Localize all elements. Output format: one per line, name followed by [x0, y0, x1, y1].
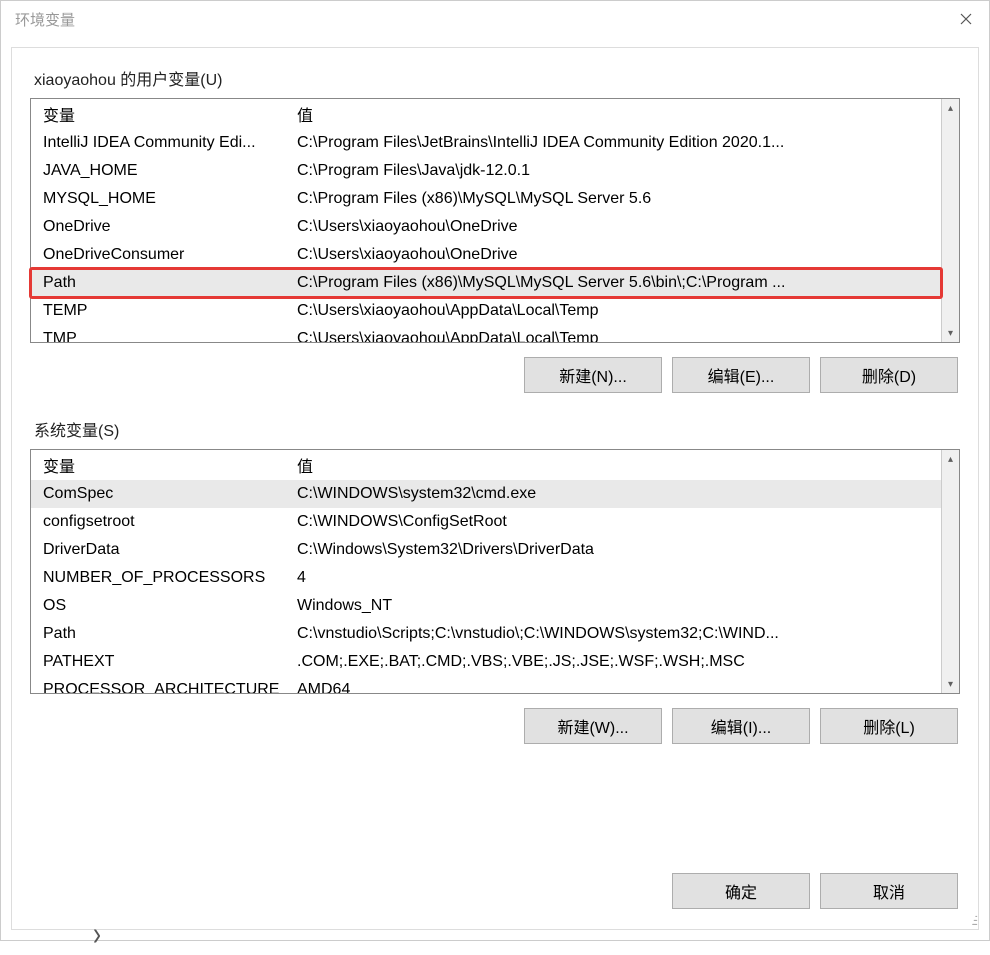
- dialog-body: xiaoyaohou 的用户变量(U) 变量 值 IntelliJ IDEA C…: [11, 47, 979, 930]
- user-vars-buttons: 新建(N)... 编辑(E)... 删除(D): [30, 357, 960, 393]
- scroll-down-icon[interactable]: ▾: [942, 675, 959, 693]
- system-edit-button[interactable]: 编辑(I)...: [672, 708, 810, 744]
- scrollbar[interactable]: ▴ ▾: [941, 450, 959, 693]
- var-name: TMP: [31, 330, 293, 342]
- ok-button[interactable]: 确定: [672, 873, 810, 909]
- table-row[interactable]: TMPC:\Users\xiaoyaohou\AppData\Local\Tem…: [31, 325, 941, 342]
- var-value: C:\Users\xiaoyaohou\AppData\Local\Temp: [293, 302, 941, 320]
- table-row[interactable]: PathC:\vnstudio\Scripts;C:\vnstudio\;C:\…: [31, 620, 941, 648]
- var-name: PROCESSOR_ARCHITECTURE: [31, 681, 293, 693]
- table-row[interactable]: IntelliJ IDEA Community Edi...C:\Program…: [31, 129, 941, 157]
- var-name: ComSpec: [31, 485, 293, 503]
- table-row[interactable]: TEMPC:\Users\xiaoyaohou\AppData\Local\Te…: [31, 297, 941, 325]
- header-value[interactable]: 值: [293, 102, 941, 126]
- var-value: 4: [293, 569, 941, 587]
- scroll-up-icon[interactable]: ▴: [942, 99, 959, 117]
- var-name: configsetroot: [31, 513, 293, 531]
- var-value: C:\Program Files\JetBrains\IntelliJ IDEA…: [293, 134, 941, 152]
- var-name: OneDriveConsumer: [31, 246, 293, 264]
- var-value: C:\Users\xiaoyaohou\OneDrive: [293, 218, 941, 236]
- table-row[interactable]: PROCESSOR_ARCHITECTUREAMD64: [31, 676, 941, 693]
- resize-grip-icon[interactable]: ............: [962, 913, 976, 927]
- var-value: AMD64: [293, 681, 941, 693]
- user-vars-label: xiaoyaohou 的用户变量(U): [30, 66, 960, 90]
- system-new-button[interactable]: 新建(W)...: [524, 708, 662, 744]
- titlebar: 环境变量: [1, 1, 989, 37]
- cancel-button[interactable]: 取消: [820, 873, 958, 909]
- scrollbar[interactable]: ▴ ▾: [941, 99, 959, 342]
- var-name: DriverData: [31, 541, 293, 559]
- user-new-button[interactable]: 新建(N)...: [524, 357, 662, 393]
- var-value: C:\WINDOWS\system32\cmd.exe: [293, 485, 941, 503]
- var-value: C:\Program Files (x86)\MySQL\MySQL Serve…: [293, 274, 941, 292]
- table-row[interactable]: PathC:\Program Files (x86)\MySQL\MySQL S…: [31, 269, 941, 297]
- table-row[interactable]: DriverDataC:\Windows\System32\Drivers\Dr…: [31, 536, 941, 564]
- var-name: IntelliJ IDEA Community Edi...: [31, 134, 293, 152]
- table-row[interactable]: configsetrootC:\WINDOWS\ConfigSetRoot: [31, 508, 941, 536]
- system-delete-button[interactable]: 删除(L): [820, 708, 958, 744]
- scroll-down-icon[interactable]: ▾: [942, 324, 959, 342]
- system-vars-label: 系统变量(S): [30, 417, 960, 441]
- var-name: OS: [31, 597, 293, 615]
- var-value: C:\Program Files\Java\jdk-12.0.1: [293, 162, 941, 180]
- chevron-right-icon: ›: [93, 915, 101, 954]
- user-delete-button[interactable]: 删除(D): [820, 357, 958, 393]
- system-vars-listbox[interactable]: 变量 值 ComSpecC:\WINDOWS\system32\cmd.exec…: [30, 449, 960, 694]
- var-value: C:\WINDOWS\ConfigSetRoot: [293, 513, 941, 531]
- var-name: Path: [31, 274, 293, 292]
- close-icon: [960, 13, 972, 25]
- var-name: PATHEXT: [31, 653, 293, 671]
- var-value: .COM;.EXE;.BAT;.CMD;.VBS;.VBE;.JS;.JSE;.…: [293, 653, 941, 671]
- var-value: C:\Program Files (x86)\MySQL\MySQL Serve…: [293, 190, 941, 208]
- close-button[interactable]: [943, 1, 989, 37]
- table-row[interactable]: JAVA_HOMEC:\Program Files\Java\jdk-12.0.…: [31, 157, 941, 185]
- var-name: JAVA_HOME: [31, 162, 293, 180]
- var-value: C:\vnstudio\Scripts;C:\vnstudio\;C:\WIND…: [293, 625, 941, 643]
- table-row[interactable]: NUMBER_OF_PROCESSORS4: [31, 564, 941, 592]
- header-variable[interactable]: 变量: [31, 453, 293, 477]
- header-value[interactable]: 值: [293, 453, 941, 477]
- env-vars-dialog: 环境变量 xiaoyaohou 的用户变量(U) 变量 值 IntelliJ I…: [0, 0, 990, 941]
- system-variables-group: 系统变量(S) 变量 值 ComSpecC:\WINDOWS\system32\…: [30, 417, 960, 744]
- table-row[interactable]: ComSpecC:\WINDOWS\system32\cmd.exe: [31, 480, 941, 508]
- var-name: Path: [31, 625, 293, 643]
- table-row[interactable]: OneDriveConsumerC:\Users\xiaoyaohou\OneD…: [31, 241, 941, 269]
- table-row[interactable]: OneDriveC:\Users\xiaoyaohou\OneDrive: [31, 213, 941, 241]
- table-row[interactable]: MYSQL_HOMEC:\Program Files (x86)\MySQL\M…: [31, 185, 941, 213]
- table-row[interactable]: OSWindows_NT: [31, 592, 941, 620]
- header-variable[interactable]: 变量: [31, 102, 293, 126]
- var-name: NUMBER_OF_PROCESSORS: [31, 569, 293, 587]
- var-value: Windows_NT: [293, 597, 941, 615]
- user-edit-button[interactable]: 编辑(E)...: [672, 357, 810, 393]
- user-variables-group: xiaoyaohou 的用户变量(U) 变量 值 IntelliJ IDEA C…: [30, 66, 960, 393]
- user-vars-listbox[interactable]: 变量 值 IntelliJ IDEA Community Edi...C:\Pr…: [30, 98, 960, 343]
- scroll-up-icon[interactable]: ▴: [942, 450, 959, 468]
- var-value: C:\Windows\System32\Drivers\DriverData: [293, 541, 941, 559]
- list-header[interactable]: 变量 值: [31, 99, 941, 129]
- var-name: MYSQL_HOME: [31, 190, 293, 208]
- system-vars-buttons: 新建(W)... 编辑(I)... 删除(L): [30, 708, 960, 744]
- var-name: OneDrive: [31, 218, 293, 236]
- var-value: C:\Users\xiaoyaohou\OneDrive: [293, 246, 941, 264]
- list-header[interactable]: 变量 值: [31, 450, 941, 480]
- table-row[interactable]: PATHEXT.COM;.EXE;.BAT;.CMD;.VBS;.VBE;.JS…: [31, 648, 941, 676]
- window-title: 环境变量: [15, 9, 75, 30]
- var-value: C:\Users\xiaoyaohou\AppData\Local\Temp: [293, 330, 941, 342]
- dialog-buttons: 确定 取消: [672, 873, 958, 909]
- var-name: TEMP: [31, 302, 293, 320]
